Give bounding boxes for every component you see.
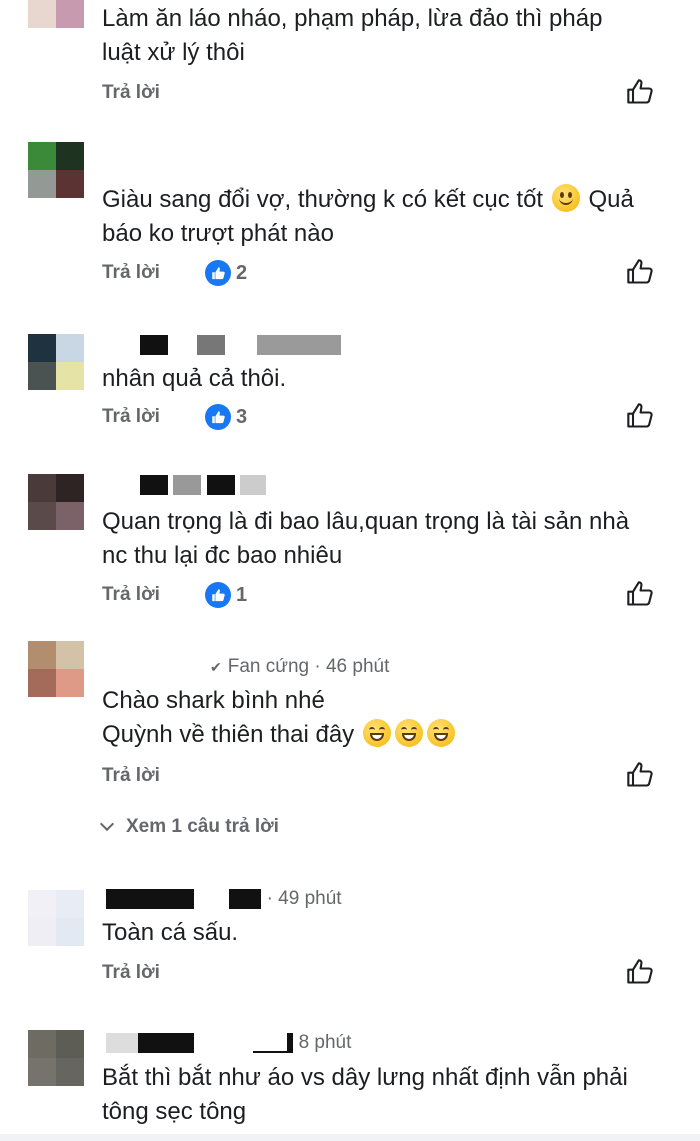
comment-text: nhân quả cả thôi.: [102, 365, 287, 392]
thumbs-up-outline-icon[interactable]: [626, 78, 654, 106]
thumbs-up-outline-icon[interactable]: [626, 580, 654, 608]
avatar[interactable]: [28, 0, 84, 28]
thumbs-up-outline-icon[interactable]: [626, 761, 654, 789]
reply-button[interactable]: Trả lời: [102, 765, 160, 787]
author-meta: · 49 phút: [106, 888, 342, 910]
view-replies-button[interactable]: Xem 1 câu trả lời: [99, 816, 279, 838]
avatar[interactable]: [28, 1030, 84, 1086]
reaction-summary[interactable]: 2: [205, 260, 247, 286]
author-name-redacted[interactable]: [229, 888, 262, 909]
bottom-divider: [0, 1134, 700, 1141]
comment-text: Chào shark bình nhé Quỳnh về thiên thai …: [102, 684, 682, 752]
author-name-redacted[interactable]: [106, 1032, 138, 1053]
author-name-redacted[interactable]: [253, 1032, 288, 1053]
avatar[interactable]: [28, 142, 84, 198]
reaction-summary[interactable]: 3: [205, 404, 247, 430]
comment-text: Quan trọng là đi bao lâu,quan trọng là t…: [102, 508, 630, 569]
reaction-count: 3: [236, 405, 248, 428]
like-reaction-icon: [205, 260, 231, 286]
thumbs-up-outline-icon[interactable]: [626, 958, 654, 986]
grinning-face-icon: [362, 719, 391, 747]
author-meta: ✔ Fan cứng · 46 phút: [210, 656, 390, 677]
avatar[interactable]: [28, 890, 84, 946]
grinning-face-icon: [394, 719, 423, 747]
author-name-redacted[interactable]: [140, 334, 341, 356]
like-reaction-icon: [205, 404, 231, 430]
avatar[interactable]: [28, 641, 84, 697]
author-name-redacted[interactable]: [138, 1032, 194, 1053]
avatar[interactable]: [28, 474, 84, 530]
comment-text: Bắt thì bắt như áo vs dây lưng nhất định…: [102, 1064, 628, 1125]
chevron-down-icon: [99, 816, 115, 832]
reply-button[interactable]: Trả lời: [102, 262, 160, 284]
reaction-summary[interactable]: 1: [205, 582, 247, 608]
author-meta: 8 phút: [106, 1032, 351, 1054]
like-reaction-icon: [205, 582, 231, 608]
comment-text: Giàu sang đổi vợ, thường k có kết cục tố…: [102, 184, 634, 247]
thumbs-up-outline-icon[interactable]: [626, 402, 654, 430]
reply-button[interactable]: Trả lời: [102, 406, 160, 428]
reaction-count: 2: [236, 261, 248, 284]
avatar[interactable]: [28, 334, 84, 390]
comment-text: Toàn cá sấu.: [102, 919, 239, 946]
reaction-count: 1: [236, 583, 248, 606]
smiling-face-icon: [551, 184, 580, 212]
check-icon: ✔: [210, 659, 222, 675]
thumbs-up-outline-icon[interactable]: [626, 258, 654, 286]
reply-button[interactable]: Trả lời: [102, 82, 160, 104]
author-name-redacted[interactable]: [106, 888, 194, 909]
reply-button[interactable]: Trả lời: [102, 962, 160, 984]
comment-text: Làm ăn láo nháo, phạm pháp, lừa đảo thì …: [102, 5, 603, 66]
reply-button[interactable]: Trả lời: [102, 584, 160, 606]
grinning-face-icon: [426, 719, 455, 747]
author-name-redacted[interactable]: [140, 474, 266, 496]
